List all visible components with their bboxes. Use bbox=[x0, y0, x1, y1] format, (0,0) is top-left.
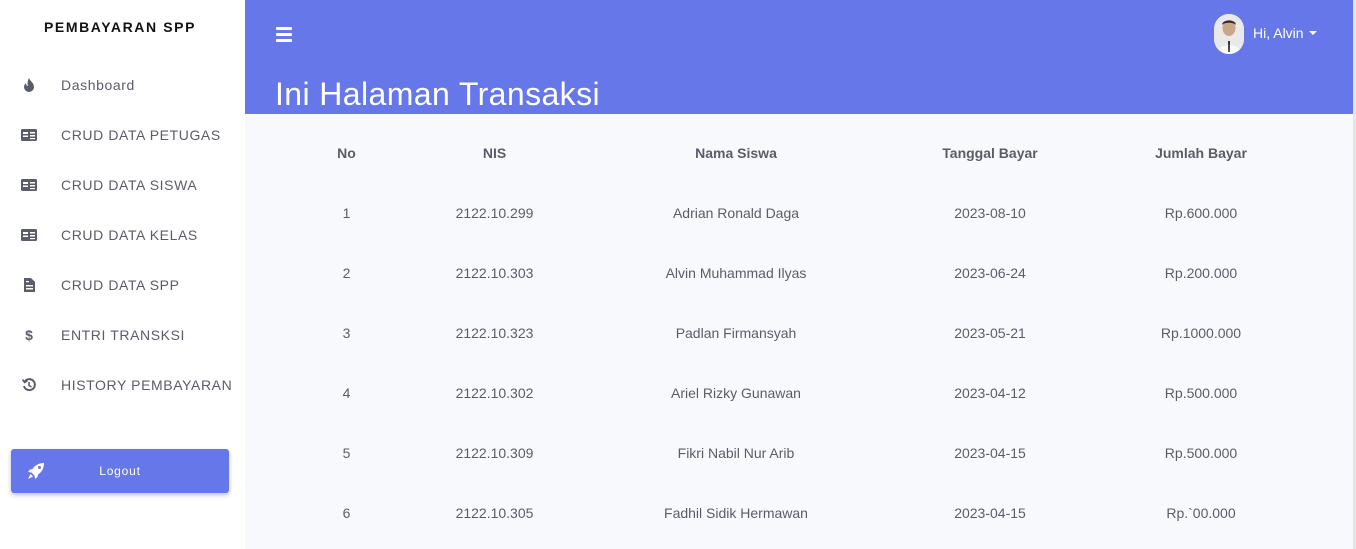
sidebar-item-crud-data-siswa[interactable]: CRUD DATA SISWA bbox=[0, 165, 245, 205]
cell-jumlah-bayar: Rp.500.000 bbox=[1164, 385, 1238, 401]
avatar bbox=[1214, 14, 1244, 54]
cell-nis: 2122.10.305 bbox=[455, 505, 534, 521]
cell-no: 2 bbox=[342, 265, 351, 281]
sidebar-item-crud-data-spp[interactable]: CRUD DATA SPP bbox=[0, 265, 245, 305]
cell-nama-siswa: Adrian Ronald Daga bbox=[672, 205, 800, 221]
column-header-nis: NIS bbox=[482, 145, 507, 161]
cell-tanggal-bayar: 2023-06-24 bbox=[954, 265, 1026, 281]
cell-no: 5 bbox=[342, 445, 351, 461]
table-row: 2 2122.10.303 Alvin Muhammad Ilyas 2023-… bbox=[275, 265, 1323, 325]
sidebar-item-label: CRUD DATA SPP bbox=[61, 277, 180, 293]
cell-nis: 2122.10.309 bbox=[455, 445, 534, 461]
column-header-no: No bbox=[337, 145, 356, 161]
cell-nama-siswa: Fadhil Sidik Hermawan bbox=[664, 505, 808, 521]
cell-jumlah-bayar: Rp.200.000 bbox=[1164, 265, 1238, 281]
user-greeting: Hi, Alvin bbox=[1253, 25, 1304, 41]
sidebar-item-crud-data-petugas[interactable]: CRUD DATA PETUGAS bbox=[0, 115, 245, 155]
caret-down-icon bbox=[1309, 31, 1317, 35]
cell-nis: 2122.10.302 bbox=[455, 385, 534, 401]
table-row: 6 2122.10.305 Fadhil Sidik Hermawan 2023… bbox=[275, 505, 1323, 549]
cell-nama-siswa: Padlan Firmansyah bbox=[675, 325, 797, 341]
table-row: 5 2122.10.309 Fikri Nabil Nur Arib 2023-… bbox=[275, 445, 1323, 505]
cell-tanggal-bayar: 2023-04-12 bbox=[954, 385, 1026, 401]
cell-nama-siswa: Alvin Muhammad Ilyas bbox=[665, 265, 807, 281]
file-invoice-icon bbox=[21, 277, 37, 293]
cell-jumlah-bayar: Rp.600.000 bbox=[1164, 205, 1238, 221]
history-icon bbox=[21, 377, 37, 393]
cell-nama-siswa: Fikri Nabil Nur Arib bbox=[677, 445, 795, 461]
sidebar-item-crud-data-kelas[interactable]: CRUD DATA KELAS bbox=[0, 215, 245, 255]
cell-nis: 2122.10.323 bbox=[455, 325, 534, 341]
table-row: 3 2122.10.323 Padlan Firmansyah 2023-05-… bbox=[275, 325, 1323, 385]
page-title: Ini Halaman Transaksi bbox=[275, 76, 600, 112]
sidebar-item-label: CRUD DATA SISWA bbox=[61, 177, 198, 193]
cell-tanggal-bayar: 2023-05-21 bbox=[954, 325, 1026, 341]
fire-icon bbox=[21, 77, 37, 93]
cell-tanggal-bayar: 2023-04-15 bbox=[954, 505, 1026, 521]
brand-title: PEMBAYARAN SPP bbox=[43, 19, 197, 35]
logout-button[interactable]: Logout bbox=[11, 449, 229, 493]
table-header-row: No NIS Nama Siswa Tanggal Bayar Jumlah B… bbox=[275, 145, 1323, 205]
sidebar-item-label: HISTORY PEMBAYARAN bbox=[61, 377, 233, 393]
cell-no: 6 bbox=[342, 505, 351, 521]
main-content: Ini Halaman Transaksi Hi, Alvin No NIS N… bbox=[245, 0, 1356, 549]
cell-nis: 2122.10.303 bbox=[455, 265, 534, 281]
cell-jumlah-bayar: Rp.`00.000 bbox=[1166, 505, 1236, 521]
sidebar-item-label: ENTRI TRANSKSI bbox=[61, 327, 186, 343]
sidebar-item-entri-transksi[interactable]: $ ENTRI TRANSKSI bbox=[0, 315, 245, 355]
sidebar-item-history-pembayaran[interactable]: HISTORY PEMBAYARAN bbox=[0, 365, 245, 405]
column-header-nama-siswa: Nama Siswa bbox=[695, 145, 777, 161]
cell-no: 1 bbox=[342, 205, 351, 221]
sidebar: PEMBAYARAN SPP Dashboard CRUD DATA PETUG… bbox=[0, 0, 245, 549]
column-header-jumlah-bayar: Jumlah Bayar bbox=[1155, 145, 1247, 161]
transaction-table-container: No NIS Nama Siswa Tanggal Bayar Jumlah B… bbox=[245, 114, 1353, 549]
sidebar-item-label: Dashboard bbox=[61, 77, 135, 93]
cell-jumlah-bayar: Rp.500.000 bbox=[1164, 445, 1238, 461]
logout-label: Logout bbox=[99, 464, 141, 478]
cell-jumlah-bayar: Rp.1000.000 bbox=[1160, 325, 1242, 341]
cell-nis: 2122.10.299 bbox=[455, 205, 534, 221]
table-row: 1 2122.10.299 Adrian Ronald Daga 2023-08… bbox=[275, 205, 1323, 265]
column-header-tanggal-bayar: Tanggal Bayar bbox=[942, 145, 1038, 161]
cell-nama-siswa: Ariel Rizky Gunawan bbox=[671, 385, 801, 401]
id-card-icon bbox=[21, 177, 37, 193]
table-row: 4 2122.10.302 Ariel Rizky Gunawan 2023-0… bbox=[275, 385, 1323, 445]
id-card-icon bbox=[21, 127, 37, 143]
cell-tanggal-bayar: 2023-08-10 bbox=[954, 205, 1026, 221]
sidebar-item-label: CRUD DATA KELAS bbox=[61, 227, 198, 243]
menu-toggle-icon[interactable] bbox=[276, 27, 292, 42]
cell-no: 4 bbox=[342, 385, 351, 401]
topbar: Ini Halaman Transaksi Hi, Alvin bbox=[245, 0, 1353, 114]
cell-tanggal-bayar: 2023-04-15 bbox=[954, 445, 1026, 461]
cell-no: 3 bbox=[342, 325, 351, 341]
dollar-icon: $ bbox=[25, 327, 33, 343]
sidebar-item-dashboard[interactable]: Dashboard bbox=[0, 65, 245, 105]
transaction-table: No NIS Nama Siswa Tanggal Bayar Jumlah B… bbox=[275, 145, 1323, 549]
sidebar-item-label: CRUD DATA PETUGAS bbox=[61, 127, 221, 143]
id-card-icon bbox=[21, 227, 37, 243]
